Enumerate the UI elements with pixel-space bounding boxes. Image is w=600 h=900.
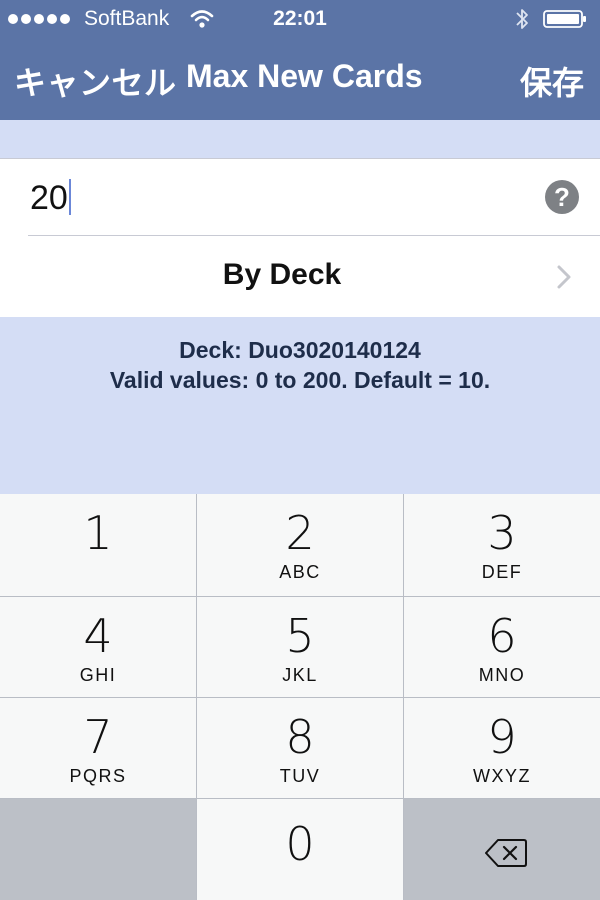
key-6[interactable]: 6 MNO [404,597,600,697]
key-0[interactable]: 0 [197,799,403,900]
key-digit: 9 [487,710,517,764]
key-letters: PQRS [69,766,127,786]
battery-icon [543,10,586,28]
page-title: Max New Cards [186,58,423,94]
key-letters: WXYZ [473,766,531,786]
key-letters: GHI [79,665,117,685]
save-button[interactable]: 保存 [520,58,584,104]
text-caret [68,179,71,215]
key-digit: 6 [487,609,517,663]
key-9[interactable]: 9 WXYZ [404,698,600,798]
key-digit: 1 [83,506,113,560]
blank-key [0,799,196,900]
key-digit: 0 [285,817,315,871]
input-value: 20 [30,179,68,217]
backspace-icon [485,839,527,867]
value-row[interactable]: 20 [0,159,600,235]
key-letters: JKL [282,665,318,685]
key-digit: 5 [285,609,315,663]
cancel-button[interactable]: キャンセル [14,58,177,104]
by-deck-row[interactable]: By Deck [0,236,600,317]
key-digit: 2 [285,506,315,560]
valid-values-text: Valid values: 0 to 200. Default = 10. [109,367,491,393]
key-8[interactable]: 8 TUV [197,698,403,798]
top-bar: SoftBank 22:01 キャンセル Max New Cards 保存 [0,0,600,120]
key-5[interactable]: 5 JKL [197,597,403,697]
key-letters: ABC [279,562,321,582]
chevron-right-icon [557,265,571,289]
settings-group: 20 By Deck [0,158,600,318]
section-spacer [0,120,600,158]
max-new-cards-input[interactable]: 20 [30,179,71,218]
help-icon[interactable]: ? [545,180,579,214]
bluetooth-icon [516,9,528,29]
key-digit: 7 [83,710,113,764]
key-4[interactable]: 4 GHI [0,597,196,697]
key-2[interactable]: 2 ABC [197,494,403,596]
numeric-keypad: 1 2 ABC 3 DEF 4 GHI 5 JKL 6 MNO 7 PQRS 8… [0,494,600,900]
key-letters: MNO [478,665,526,685]
key-letters: TUV [279,766,321,786]
key-digit: 3 [487,506,517,560]
screen: SoftBank 22:01 キャンセル Max New Cards 保存 20… [0,0,600,900]
key-digit: 8 [285,710,315,764]
deck-info-text: Deck: Duo3020140124 [179,337,421,363]
status-time: 22:01 [273,7,327,30]
key-7[interactable]: 7 PQRS [0,698,196,798]
by-deck-label: By Deck [222,258,342,291]
key-letters: DEF [481,562,523,582]
key-3[interactable]: 3 DEF [404,494,600,596]
key-digit: 4 [83,609,113,663]
delete-key[interactable] [404,799,600,900]
navigation-bar: キャンセル Max New Cards 保存 [0,40,600,120]
status-bar: SoftBank 22:01 [0,0,600,40]
key-1[interactable]: 1 [0,494,196,596]
info-panel: Deck: Duo3020140124 Valid values: 0 to 2… [0,317,600,494]
